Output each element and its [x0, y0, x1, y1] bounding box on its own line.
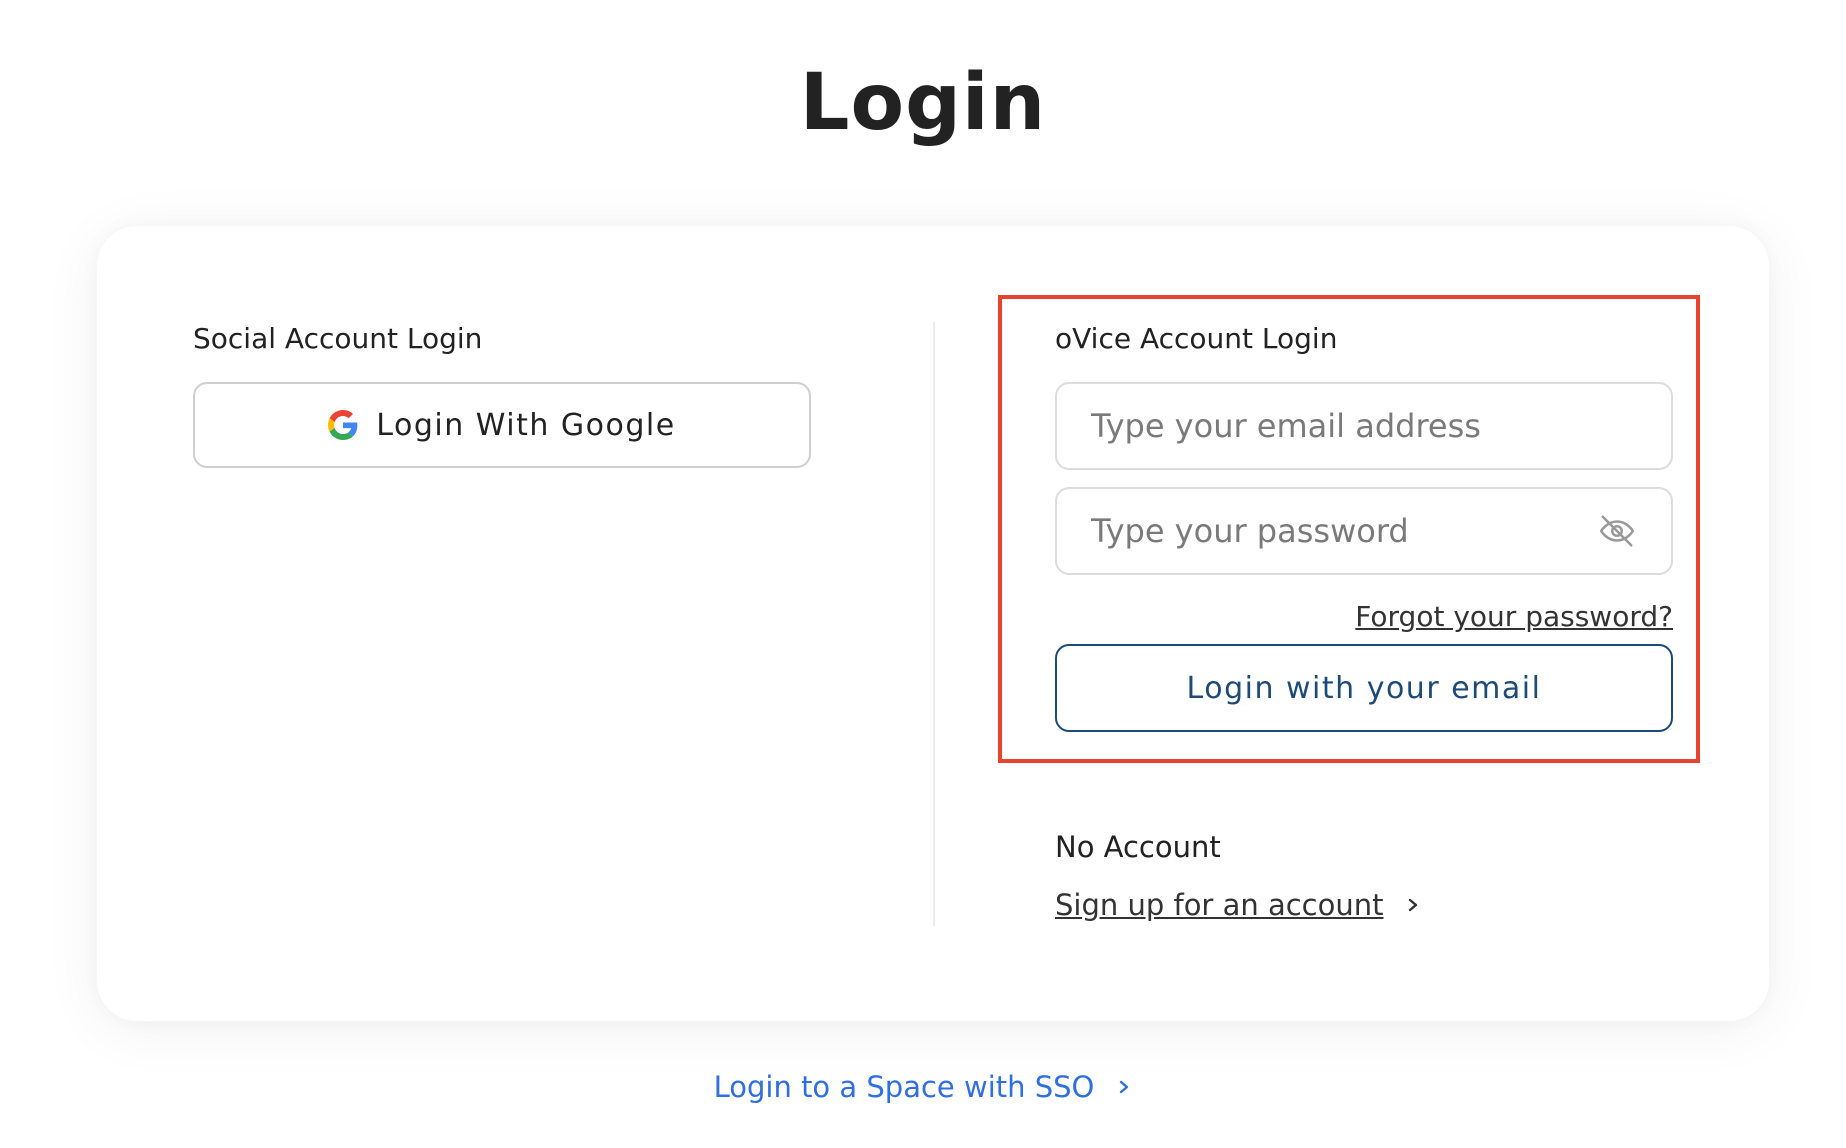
email-input[interactable] — [1055, 382, 1673, 470]
page-title: Login — [799, 58, 1047, 148]
login-with-google-label: Login With Google — [376, 407, 676, 443]
column-divider — [933, 322, 935, 926]
social-login-heading: Social Account Login — [193, 322, 483, 355]
no-account-heading: No Account — [1055, 830, 1221, 864]
signup-link-row[interactable]: Sign up for an account — [1055, 888, 1421, 922]
forgot-password-link[interactable]: Forgot your password? — [1355, 600, 1673, 633]
signup-link[interactable]: Sign up for an account — [1055, 888, 1383, 922]
login-with-google-button[interactable]: Login With Google — [193, 382, 811, 468]
ovice-login-heading: oVice Account Login — [1055, 322, 1338, 355]
chevron-right-icon — [1405, 894, 1421, 916]
google-g-icon — [328, 410, 358, 440]
password-input[interactable] — [1055, 487, 1673, 575]
chevron-right-icon — [1116, 1076, 1132, 1098]
login-page: Login Social Account Login Login With Go… — [0, 0, 1846, 1148]
sso-link-row[interactable]: Login to a Space with SSO — [0, 1070, 1846, 1104]
sso-login-link[interactable]: Login to a Space with SSO — [714, 1070, 1095, 1104]
login-with-email-button[interactable]: Login with your email — [1055, 644, 1673, 732]
eye-off-icon[interactable] — [1598, 512, 1636, 550]
